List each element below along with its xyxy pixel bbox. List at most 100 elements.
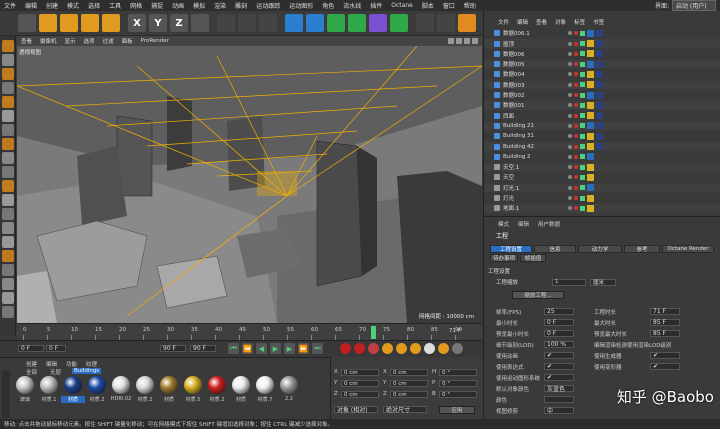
- scale-project-button[interactable]: 缩放工程...: [512, 291, 564, 299]
- environment-icon[interactable]: [390, 14, 408, 32]
- tool-icon[interactable]: [2, 264, 14, 276]
- texture-tag[interactable]: [596, 112, 603, 120]
- visibility-dot[interactable]: [568, 196, 572, 201]
- material-tag[interactable]: [587, 153, 594, 161]
- object-row[interactable]: Building 2: [484, 153, 720, 162]
- object-menu-item[interactable]: 对象: [555, 18, 566, 26]
- check-icon[interactable]: [580, 133, 585, 139]
- visibility-dot[interactable]: [568, 134, 572, 139]
- material-menu-item[interactable]: 纹理: [86, 360, 97, 368]
- tool-icon[interactable]: [2, 54, 14, 66]
- tool-icon[interactable]: [2, 292, 14, 304]
- visibility-dot[interactable]: [568, 31, 572, 36]
- zoom-view-icon[interactable]: [456, 38, 462, 44]
- tool-icon[interactable]: [2, 96, 14, 108]
- render-dot[interactable]: [574, 103, 578, 108]
- render-dot[interactable]: [574, 185, 578, 190]
- material-tag[interactable]: [587, 81, 594, 89]
- tool-icon[interactable]: [2, 250, 14, 262]
- texture-tag[interactable]: [596, 29, 603, 37]
- menu-item[interactable]: 帮助: [464, 1, 476, 10]
- object-row[interactable]: Building 31: [484, 132, 720, 141]
- tool-icon[interactable]: [2, 180, 14, 192]
- viewport-menu-item[interactable]: 摄像机: [40, 37, 57, 45]
- material-tag[interactable]: [587, 70, 594, 78]
- visibility-dot[interactable]: [568, 93, 572, 98]
- tool-icon[interactable]: [2, 40, 14, 52]
- viewport-menu-item[interactable]: 面板: [122, 37, 133, 45]
- scale-icon[interactable]: [60, 14, 78, 32]
- object-row[interactable]: 数据005: [484, 59, 720, 69]
- tool-icon[interactable]: [2, 124, 14, 136]
- menu-item[interactable]: 捕捉: [151, 1, 163, 10]
- menu-item[interactable]: Octane: [391, 2, 413, 9]
- menu-item[interactable]: 渲染: [214, 1, 226, 10]
- check-icon[interactable]: [580, 82, 585, 88]
- object-row[interactable]: 数据004: [484, 70, 720, 79]
- object-row[interactable]: 数据003: [484, 80, 720, 90]
- attribute-tab[interactable]: 动力学: [578, 245, 622, 253]
- attribute-field[interactable]: 100 %: [544, 341, 574, 348]
- check-icon[interactable]: [580, 144, 585, 150]
- viewport-menu-item[interactable]: 选项: [84, 37, 95, 45]
- material-tag[interactable]: [587, 184, 594, 192]
- material-tag[interactable]: [587, 204, 594, 212]
- material-tag[interactable]: [587, 132, 594, 140]
- texture-tag[interactable]: [596, 143, 603, 151]
- check-icon[interactable]: [580, 113, 585, 119]
- menu-item[interactable]: 模拟: [193, 1, 205, 10]
- material-menu-item[interactable]: 编辑: [46, 360, 57, 368]
- object-row[interactable]: 天空: [484, 173, 720, 182]
- render-dot[interactable]: [574, 144, 578, 149]
- object-row[interactable]: 灯光: [484, 194, 720, 203]
- timeline-menu-icon[interactable]: [452, 343, 463, 354]
- check-icon[interactable]: [580, 195, 585, 201]
- render-dot[interactable]: [574, 113, 578, 118]
- tool-icon[interactable]: [2, 68, 14, 80]
- visibility-dot[interactable]: [568, 72, 572, 77]
- key-selection-icon[interactable]: [368, 343, 379, 354]
- check-icon[interactable]: [580, 71, 585, 77]
- material-layer-tab[interactable]: 无层: [48, 368, 63, 376]
- prev-key-icon[interactable]: ⏪: [242, 343, 253, 354]
- render-dot[interactable]: [574, 51, 578, 56]
- menu-item[interactable]: 插件: [370, 1, 382, 10]
- move-view-icon[interactable]: [448, 38, 454, 44]
- texture-tag[interactable]: [596, 50, 603, 58]
- coord-value-field[interactable]: 0 °: [439, 369, 477, 376]
- material-tag[interactable]: [587, 122, 594, 130]
- viewport-menu-item[interactable]: 显示: [65, 37, 76, 45]
- viewport-menu-item[interactable]: 过滤: [103, 37, 114, 45]
- tool-icon[interactable]: [2, 194, 14, 206]
- end-frame-field[interactable]: 90 F: [160, 345, 186, 352]
- menu-item[interactable]: 创建: [46, 1, 58, 10]
- autokey-icon[interactable]: [354, 343, 365, 354]
- material-menu-item[interactable]: 创建: [26, 360, 37, 368]
- object-row[interactable]: 数据006.1: [484, 29, 720, 38]
- render-dot[interactable]: [574, 123, 578, 128]
- visibility-dot[interactable]: [568, 165, 572, 170]
- prev-frame-icon[interactable]: ◀: [256, 343, 267, 354]
- octane-icon[interactable]: [458, 14, 476, 32]
- viewport-menu-item[interactable]: 查看: [21, 37, 32, 45]
- render-dot[interactable]: [574, 154, 578, 159]
- pla-key-icon[interactable]: [438, 343, 449, 354]
- coord-value-field[interactable]: 0 cm: [390, 391, 428, 398]
- coord-value-field[interactable]: 0 cm: [390, 369, 428, 376]
- check-icon[interactable]: [580, 30, 585, 36]
- attribute-tab[interactable]: 信息: [534, 245, 576, 253]
- attribute-menu-item[interactable]: 编辑: [518, 220, 529, 228]
- attribute-field[interactable]: ✔: [650, 352, 680, 359]
- coord-value-field[interactable]: 0 °: [439, 391, 477, 398]
- object-row[interactable]: 地面.1: [484, 204, 720, 213]
- menu-item[interactable]: 模式: [67, 1, 79, 10]
- attribute-field[interactable]: 灰蓝色: [544, 385, 574, 393]
- attribute-field[interactable]: 85 F: [650, 330, 680, 337]
- material-swatch[interactable]: [112, 376, 130, 394]
- render-dot[interactable]: [574, 206, 578, 211]
- render-dot[interactable]: [574, 72, 578, 77]
- attribute-tab[interactable]: 帧插值: [520, 254, 546, 262]
- attribute-field[interactable]: 25: [544, 308, 574, 315]
- tool-icon[interactable]: [2, 208, 14, 220]
- check-icon[interactable]: [580, 61, 585, 67]
